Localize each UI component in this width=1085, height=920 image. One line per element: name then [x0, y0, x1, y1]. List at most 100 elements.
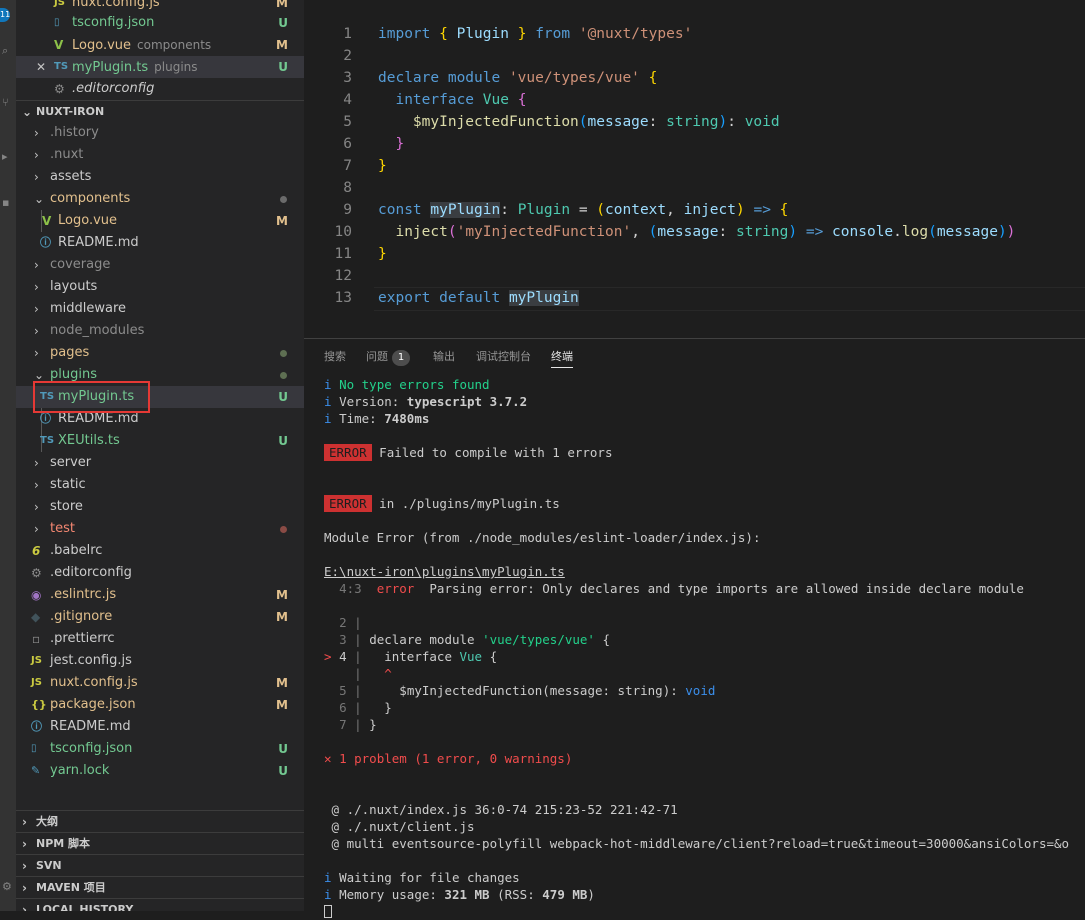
- code-line[interactable]: export default myPlugin: [378, 287, 579, 309]
- tree-item[interactable]: JS jest.config.js: [16, 650, 304, 672]
- code-line[interactable]: inject('myInjectedFunction', (message: s…: [378, 221, 1015, 243]
- tree-item[interactable]: ▫ .prettierrc: [16, 628, 304, 650]
- terminal-file-link[interactable]: E:\nuxt-iron\plugins\myPlugin.ts: [324, 563, 565, 580]
- error-tag: ERROR: [324, 444, 372, 461]
- code-line[interactable]: }: [378, 243, 387, 265]
- line-number: 5: [343, 114, 352, 130]
- extensions-icon[interactable]: ▪: [2, 196, 12, 209]
- tree-item[interactable]: › store: [16, 496, 304, 518]
- line-number: 10: [334, 224, 352, 240]
- explorer-sidebar: JS nuxt.config.js M ▯ tsconfig.json U V …: [16, 0, 304, 911]
- section-local-history[interactable]: › LOCAL HISTORY: [16, 898, 304, 911]
- section-npm-scripts[interactable]: › NPM 脚本: [16, 832, 304, 855]
- open-editor-item[interactable]: ⚙ .editorconfig: [16, 78, 304, 100]
- eslint-icon: ◉: [31, 588, 42, 602]
- tree-item[interactable]: ◆ .gitignore M: [16, 606, 304, 628]
- tree-item[interactable]: › .history: [16, 122, 304, 144]
- close-icon[interactable]: ✕: [36, 56, 46, 78]
- code-line[interactable]: }: [378, 133, 404, 155]
- json-file-icon: {}: [31, 698, 47, 711]
- tree-item[interactable]: ⚙ .editorconfig: [16, 562, 304, 584]
- code-line[interactable]: const myPlugin: Plugin = (context, injec…: [378, 199, 788, 221]
- tree-item[interactable]: › test: [16, 518, 304, 540]
- tree-item[interactable]: {} package.json M: [16, 694, 304, 716]
- terminal-line: ERROR Failed to compile with 1 errors: [324, 444, 612, 461]
- line-number: 12: [334, 268, 352, 284]
- tree-item[interactable]: ⓘ README.md: [16, 716, 304, 738]
- tab-debug-console[interactable]: 调试控制台: [476, 347, 531, 367]
- yarn-icon: ✎: [31, 764, 41, 777]
- ts-file-icon: ▯: [31, 743, 37, 754]
- line-number: 13: [334, 290, 352, 306]
- tree-item[interactable]: ⌄ components: [16, 188, 304, 210]
- problem-summary: ✕ 1 problem (1 error, 0 warnings): [324, 751, 573, 766]
- open-editor-item-active[interactable]: ✕ TS myPlugin.ts plugins U: [16, 56, 304, 78]
- debug-icon[interactable]: ▸: [2, 150, 12, 163]
- code-frame-line: | ^: [324, 666, 392, 681]
- settings-icon[interactable]: ⚙: [2, 880, 12, 893]
- tab-terminal[interactable]: 终端: [551, 347, 573, 368]
- code-line[interactable]: import { Plugin } from '@nuxt/types': [378, 23, 692, 45]
- section-svn[interactable]: › SVN: [16, 854, 304, 877]
- config-file-icon: ▫: [32, 632, 41, 646]
- terminal-line: @ ./.nuxt/client.js: [331, 819, 475, 834]
- line-number: 3: [343, 70, 352, 86]
- error-dot: [280, 526, 287, 533]
- section-maven[interactable]: › MAVEN 项目: [16, 876, 304, 899]
- js-file-icon: JS: [31, 655, 42, 666]
- code-frame-line: > 4 | interface Vue {: [324, 649, 498, 664]
- tree-item[interactable]: ✎ yarn.lock U: [16, 760, 304, 782]
- tree-item[interactable]: › server: [16, 452, 304, 474]
- tree-item[interactable]: › middleware: [16, 298, 304, 320]
- gear-icon: ⚙: [54, 82, 65, 96]
- code-line[interactable]: declare module 'vue/types/vue' {: [378, 67, 657, 89]
- tree-item[interactable]: › assets: [16, 166, 304, 188]
- tab-output[interactable]: 输出: [433, 347, 455, 367]
- code-line[interactable]: }: [378, 155, 387, 177]
- modified-dot: [280, 196, 287, 203]
- tree-item[interactable]: JS nuxt.config.js M: [16, 672, 304, 694]
- tree-item[interactable]: TS XEUtils.ts U: [16, 430, 304, 452]
- code-frame-line: 3 | declare module 'vue/types/vue' {: [339, 632, 611, 647]
- terminal-cursor-line[interactable]: [324, 903, 332, 920]
- open-editor-item[interactable]: V Logo.vue components M: [16, 34, 304, 56]
- tree-item[interactable]: ◉ .eslintrc.js M: [16, 584, 304, 606]
- js-file-icon: JS: [31, 677, 42, 688]
- tree-item[interactable]: › node_modules: [16, 320, 304, 342]
- open-editor-item[interactable]: ▯ tsconfig.json U: [16, 12, 304, 34]
- code-line[interactable]: interface Vue {: [378, 89, 526, 111]
- tree-item[interactable]: V Logo.vue M: [16, 210, 304, 232]
- tree-item[interactable]: ⓘ README.md: [16, 232, 304, 254]
- git-icon: ◆: [31, 610, 41, 624]
- tree-item[interactable]: › pages: [16, 342, 304, 364]
- tree-item[interactable]: › layouts: [16, 276, 304, 298]
- line-number: 2: [343, 48, 352, 64]
- terminal-line: Module Error (from ./node_modules/eslint…: [324, 530, 761, 545]
- tab-problems[interactable]: 问题 1: [366, 347, 410, 367]
- project-header[interactable]: ⌄ NUXT-IRON: [16, 100, 304, 123]
- tree-item[interactable]: › .nuxt: [16, 144, 304, 166]
- babel-icon: 6: [32, 544, 41, 558]
- code-line[interactable]: $myInjectedFunction(message: string): vo…: [378, 111, 780, 133]
- tree-item[interactable]: › coverage: [16, 254, 304, 276]
- terminal-cursor: [324, 905, 332, 918]
- terminal-line: i Version: typescript 3.7.2: [324, 394, 528, 409]
- terminal-line: i Memory usage: 321 MB (RSS: 479 MB): [324, 887, 595, 902]
- tree-item[interactable]: ▯ tsconfig.json U: [16, 738, 304, 760]
- bottom-panel: 搜索 问题 1 输出 调试控制台 终端 i No type errors foun…: [304, 338, 1085, 918]
- ts-file-icon: TS: [40, 435, 55, 446]
- problem-count-badge: 1: [392, 350, 410, 366]
- ts-file-icon: TS: [54, 61, 69, 72]
- terminal-line: i Time: 7480ms: [324, 411, 430, 426]
- section-outline[interactable]: › 大纲: [16, 810, 304, 833]
- notification-badge: 11: [0, 8, 10, 22]
- code-editor[interactable]: 1 2 3 4 5 6 7 8 9 10 11 12 13 import { P…: [304, 0, 1085, 338]
- tab-search[interactable]: 搜索: [324, 347, 346, 367]
- terminal-line: @ ./.nuxt/index.js 36:0-74 215:23-52 221…: [331, 802, 678, 817]
- search-icon[interactable]: ⌕: [2, 44, 12, 58]
- modified-dot: [280, 372, 287, 379]
- tree-item[interactable]: 6 .babelrc: [16, 540, 304, 562]
- tree-item[interactable]: › static: [16, 474, 304, 496]
- source-control-icon[interactable]: ⑂: [2, 96, 12, 109]
- activity-bar: 11 ⌕ ⑂ ▸ ▪ ⚙: [0, 0, 16, 911]
